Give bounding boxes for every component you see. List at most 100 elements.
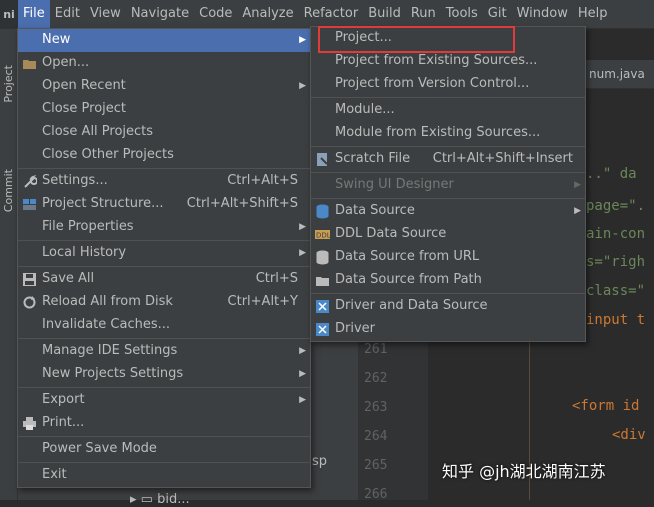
line-number: 262 <box>364 371 388 386</box>
new-menu-module[interactable]: Module... <box>311 99 585 122</box>
menu-code[interactable]: Code <box>194 0 237 28</box>
code-line: input t <box>586 312 646 328</box>
editor-tab[interactable]: num.java <box>585 60 654 89</box>
new-submenu: Project... Project from Existing Sources… <box>310 26 586 342</box>
new-menu-project-existing-sources[interactable]: Project from Existing Sources... <box>311 50 585 73</box>
menu-separator <box>311 97 585 98</box>
submenu-arrow-icon: ▶ <box>299 222 306 232</box>
submenu-arrow-icon: ▶ <box>299 346 306 356</box>
tree-item-sp: sp <box>312 454 328 469</box>
folder-icon <box>315 273 330 288</box>
submenu-arrow-icon: ▶ <box>574 180 581 190</box>
menu-item-label: DDL Data Source <box>335 226 447 241</box>
scratch-file-icon <box>315 152 330 167</box>
save-icon <box>22 272 37 287</box>
menu-separator <box>18 387 310 388</box>
code-line: page=". <box>586 198 646 214</box>
new-menu-driver-and-data-source[interactable]: Driver and Data Source <box>311 295 585 318</box>
new-menu-data-source-url[interactable]: Data Source from URL <box>311 246 585 269</box>
menu-item-label: Project... <box>335 30 392 45</box>
menu-separator <box>18 240 310 241</box>
menu-navigate[interactable]: Navigate <box>126 0 194 28</box>
file-menu-open-recent[interactable]: Open Recent ▶ <box>18 75 310 98</box>
menu-edit[interactable]: Edit <box>50 0 85 28</box>
menu-window[interactable]: Window <box>512 0 573 28</box>
editor-tab-label: num.java <box>589 67 645 81</box>
file-menu-power-save-mode[interactable]: Power Save Mode <box>18 438 310 461</box>
menu-git[interactable]: Git <box>483 0 512 28</box>
code-line: ain-con <box>586 226 646 242</box>
menu-item-label: Driver <box>335 321 376 336</box>
line-number: 263 <box>364 400 388 415</box>
menu-separator <box>311 172 585 173</box>
new-menu-scratch-file[interactable]: Scratch File Ctrl+Alt+Shift+Insert <box>311 148 585 171</box>
file-menu-save-all[interactable]: Save All Ctrl+S <box>18 268 310 291</box>
watermark: 知乎 @jh湖北湖南江苏 <box>442 462 606 481</box>
code-line: class=" <box>586 283 646 299</box>
menu-separator <box>311 146 585 147</box>
driver-icon <box>315 299 330 314</box>
code-line: s="righ <box>586 254 646 270</box>
menu-view[interactable]: View <box>85 0 126 28</box>
file-menu-close-other-projects[interactable]: Close Other Projects <box>18 144 310 167</box>
menu-tools[interactable]: Tools <box>441 0 483 28</box>
file-menu-settings[interactable]: Settings... Ctrl+Alt+S <box>18 170 310 193</box>
file-menu-print[interactable]: Print... <box>18 412 310 435</box>
file-menu-close-all-projects[interactable]: Close All Projects <box>18 121 310 144</box>
menu-refactor[interactable]: Refactor <box>299 0 364 28</box>
project-tool-tab[interactable]: Project <box>2 65 15 103</box>
menu-item-label: Data Source <box>335 203 415 218</box>
menu-item-label: New Projects Settings <box>42 366 184 381</box>
submenu-arrow-icon: ▶ <box>299 369 306 379</box>
menu-item-label: Swing UI Designer <box>335 177 454 192</box>
menu-item-label: Exit <box>42 467 67 482</box>
commit-tool-tab[interactable]: Commit <box>2 169 15 212</box>
file-menu-close-project[interactable]: Close Project <box>18 98 310 121</box>
file-menu-invalidate-caches[interactable]: Invalidate Caches... <box>18 314 310 337</box>
menu-item-label: Invalidate Caches... <box>42 317 171 332</box>
menu-item-shortcut: Ctrl+Alt+S <box>227 173 298 188</box>
menu-item-shortcut: Ctrl+Alt+Y <box>227 294 298 309</box>
submenu-arrow-icon: ▶ <box>299 395 306 405</box>
menu-item-label: File Properties <box>42 219 134 234</box>
menu-help[interactable]: Help <box>573 0 613 28</box>
file-menu-open[interactable]: Open... <box>18 52 310 75</box>
new-menu-project-version-control[interactable]: Project from Version Control... <box>311 73 585 96</box>
menu-run[interactable]: Run <box>406 0 441 28</box>
new-menu-module-existing-sources[interactable]: Module from Existing Sources... <box>311 122 585 145</box>
file-menu-file-properties[interactable]: File Properties ▶ <box>18 216 310 239</box>
file-menu-new[interactable]: New ▶ <box>18 29 310 52</box>
menu-item-label: Local History <box>42 245 127 260</box>
database-icon <box>315 204 330 219</box>
file-menu-manage-ide-settings[interactable]: Manage IDE Settings ▶ <box>18 340 310 363</box>
file-menu-local-history[interactable]: Local History ▶ <box>18 242 310 265</box>
menu-separator <box>18 436 310 437</box>
menu-bar: ni File Edit View Navigate Code Analyze … <box>0 0 654 29</box>
svg-text:DDL: DDL <box>316 232 330 240</box>
menu-item-label: Manage IDE Settings <box>42 343 178 358</box>
new-menu-driver[interactable]: Driver <box>311 318 585 341</box>
menu-build[interactable]: Build <box>363 0 406 28</box>
app-icon: ni <box>0 0 18 28</box>
code-line: .." da <box>586 166 637 182</box>
file-menu-export[interactable]: Export ▶ <box>18 389 310 412</box>
file-menu-new-projects-settings[interactable]: New Projects Settings ▶ <box>18 363 310 386</box>
file-menu-reload-all[interactable]: Reload All from Disk Ctrl+Alt+Y <box>18 291 310 314</box>
file-menu-project-structure[interactable]: Project Structure... Ctrl+Alt+Shift+S <box>18 193 310 216</box>
menu-file[interactable]: File <box>18 0 50 28</box>
file-menu-exit[interactable]: Exit <box>18 464 310 487</box>
menu-separator <box>18 168 310 169</box>
menu-item-label: Export <box>42 392 85 407</box>
file-menu: New ▶ Open... Open Recent ▶ Close Project … <box>17 28 311 488</box>
new-menu-data-source[interactable]: Data Source ▶ <box>311 200 585 223</box>
menu-item-label: Open... <box>42 55 90 70</box>
menu-item-label: Data Source from URL <box>335 249 480 264</box>
new-menu-ddl-data-source[interactable]: DDL DDL Data Source <box>311 223 585 246</box>
menu-analyze[interactable]: Analyze <box>237 0 298 28</box>
new-menu-data-source-path[interactable]: Data Source from Path <box>311 269 585 292</box>
new-menu-project[interactable]: Project... <box>311 27 585 50</box>
menu-item-shortcut: Ctrl+Alt+Shift+Insert <box>432 151 573 166</box>
line-gutter: 261 262 263 264 265 266 <box>358 330 428 502</box>
reload-icon <box>22 295 37 310</box>
menu-separator <box>18 462 310 463</box>
